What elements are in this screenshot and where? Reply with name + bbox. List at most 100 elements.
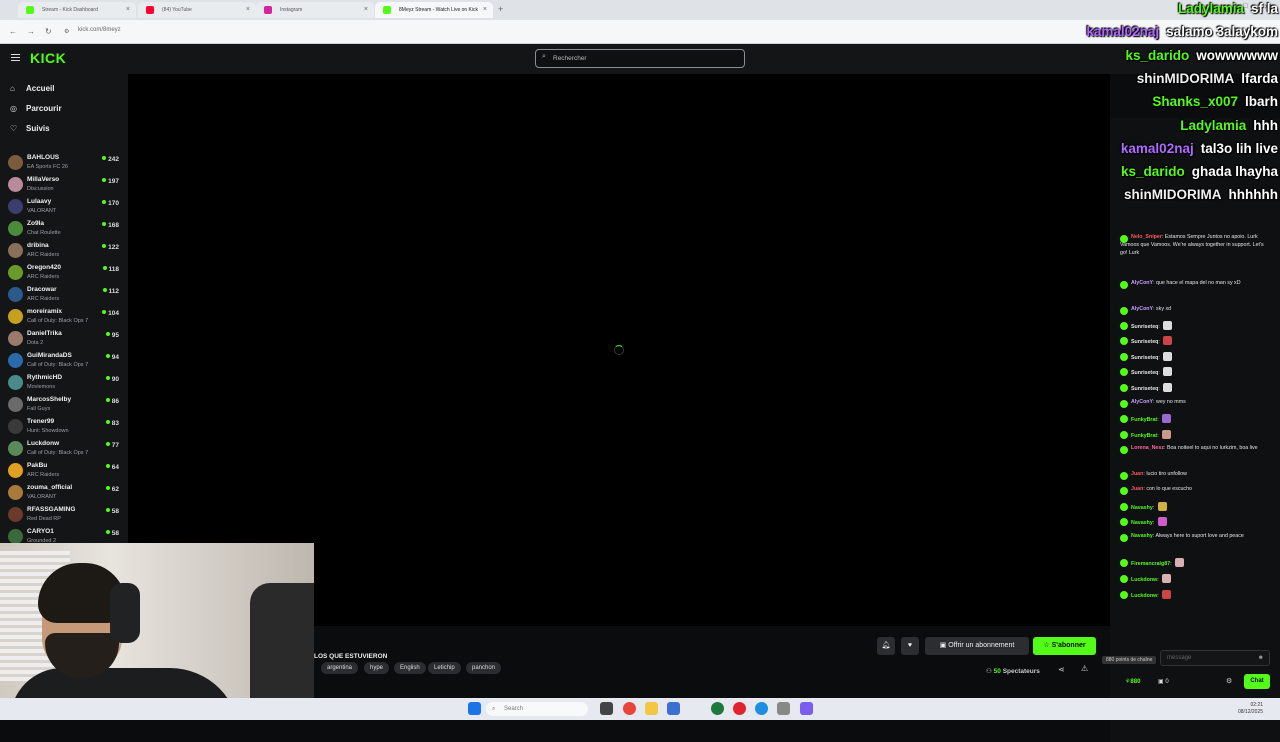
report-icon[interactable]: ⚠ <box>1081 664 1088 673</box>
chat-username[interactable]: AlyConY <box>1131 399 1153 405</box>
search-input[interactable]: ⌕ Rechercher <box>535 49 745 68</box>
emoji-icon[interactable]: ☻ <box>1258 651 1264 665</box>
avatar <box>8 397 23 412</box>
sidebar-channel[interactable]: Dracowar ARC Raiders 112 <box>8 284 123 306</box>
nav-home[interactable]: ⌂ Accueil <box>10 84 54 93</box>
nav-following[interactable]: ♡ Suivis <box>10 124 50 133</box>
chat-username[interactable]: Navashy <box>1131 505 1153 511</box>
clock-date: 08/12/2025 <box>1238 709 1264 715</box>
sidebar-channel[interactable]: BAHLOUS EA Sports FC 26 242 <box>8 152 123 174</box>
channel-points[interactable]: ⚘880 <box>1125 678 1140 685</box>
tag[interactable]: hype <box>364 662 390 674</box>
task-view-icon[interactable] <box>600 702 613 715</box>
chat-username[interactable]: Sunriseteq <box>1131 339 1158 345</box>
channel-name: dribina <box>27 242 49 249</box>
chat-username[interactable]: Sunriseteq <box>1131 370 1158 376</box>
close-tab-icon[interactable]: × <box>483 2 487 18</box>
tag[interactable]: Letichip <box>428 662 461 674</box>
emote-icon <box>1163 352 1173 361</box>
sidebar-channel[interactable]: PakBu ARC Raiders 64 <box>8 460 123 482</box>
avatar <box>8 529 23 544</box>
chat-username[interactable]: Navashy <box>1131 533 1153 539</box>
opera-icon[interactable] <box>733 702 746 715</box>
sidebar-channel[interactable]: moreiramix Call of Duty: Black Ops 7 104 <box>8 306 123 328</box>
follow-button[interactable]: ♥ <box>901 637 919 655</box>
new-tab-icon[interactable]: + <box>498 4 503 14</box>
browser-tab-0[interactable]: Stream - Kick Dashboard × <box>18 2 136 18</box>
sidebar-channel[interactable]: Lulaavy VALORANT 170 <box>8 196 123 218</box>
sidebar-channel[interactable]: RFASSGAMING Red Dead RP 58 <box>8 504 123 526</box>
chat-username[interactable]: Juan <box>1131 486 1143 492</box>
chat-username[interactable]: Nelo_Sniper <box>1131 234 1162 240</box>
forward-icon[interactable]: → <box>27 27 35 36</box>
chat-username[interactable]: Lorena_Nesz <box>1131 445 1164 451</box>
chat-username[interactable]: FunkyBrat <box>1131 433 1157 439</box>
browser-tab-3[interactable]: 8Meyz Stream - Watch Live on Kick × <box>375 2 493 18</box>
channel-viewers: 64 <box>106 464 119 471</box>
settings-gear-icon[interactable]: ⚙ <box>1226 677 1232 685</box>
sidebar-channel[interactable]: DanielTrika Dota 2 95 <box>8 328 123 350</box>
close-tab-icon[interactable]: × <box>246 2 250 18</box>
reload-icon[interactable]: ↻ <box>45 27 52 36</box>
settings-icon[interactable] <box>777 702 790 715</box>
chat-username[interactable]: AlyConY <box>1131 306 1153 312</box>
sidebar-channel[interactable]: Trener99 Hunt: Showdown 83 <box>8 416 123 438</box>
sidebar-channel[interactable]: Zo9la Chat Roulette 168 <box>8 218 123 240</box>
tag[interactable]: English <box>394 662 426 674</box>
chat-username[interactable]: Juan <box>1131 471 1143 477</box>
overlay-username: Ladylamia <box>1177 1 1244 16</box>
gift-sub-button[interactable]: ▣ Offrir un abonnement <box>925 637 1029 655</box>
browser-tab-1[interactable]: (84) YouTube × <box>138 2 256 18</box>
taskbar-clock[interactable]: 02:21 08/12/2025 <box>1238 702 1263 716</box>
app-icon[interactable] <box>711 702 724 715</box>
sidebar-channel[interactable]: GuiMirandaDS Call of Duty: Black Ops 7 94 <box>8 350 123 372</box>
chat-username[interactable]: Sunriseteq <box>1131 355 1158 361</box>
overlay-username: ks_darido <box>1125 47 1190 63</box>
start-menu-icon[interactable] <box>468 702 481 715</box>
share-icon[interactable]: ⋖ <box>1058 665 1065 674</box>
browser-tab-2[interactable]: Instagram × <box>256 2 374 18</box>
chat-username[interactable]: Navashy <box>1131 520 1153 526</box>
sidebar-channel[interactable]: Luckdonw Call of Duty: Black Ops 7 77 <box>8 438 123 460</box>
close-tab-icon[interactable]: × <box>364 2 368 18</box>
edge-icon[interactable] <box>755 702 768 715</box>
sidebar-channel[interactable]: RythmicHD Moviemons 90 <box>8 372 123 394</box>
site-info-icon[interactable]: ⚙ <box>64 28 69 35</box>
url-field[interactable]: kick.com/8meyz <box>78 27 121 33</box>
chat-username[interactable]: Luckdonw <box>1131 593 1157 599</box>
chat-username[interactable]: AlyConY <box>1131 280 1153 286</box>
chat-username[interactable]: Firemancraig87 <box>1131 561 1170 567</box>
overlay-message: hhhhhh <box>1228 187 1278 203</box>
instagram-favicon-icon <box>264 6 272 14</box>
sidebar-channel[interactable]: zouma_official VALORANT 62 <box>8 482 123 504</box>
badge-icon <box>1120 559 1128 567</box>
sidebar-channel[interactable]: MarcosShelby Fall Guys 86 <box>8 394 123 416</box>
gift-counter[interactable]: ▣ 0 <box>1158 678 1169 685</box>
chat-username[interactable]: Sunriseteq <box>1131 324 1158 330</box>
notification-bell-button[interactable]: 🔔︎ <box>877 637 895 655</box>
sidebar-channel[interactable]: Oregon420 ARC Raiders 118 <box>8 262 123 284</box>
chat-send-button[interactable]: Chat <box>1244 674 1270 689</box>
avatar <box>8 419 23 434</box>
close-tab-icon[interactable]: × <box>126 2 130 18</box>
subscribe-button[interactable]: ☆ S'abonner <box>1033 637 1096 655</box>
taskbar-search[interactable]: ⌕ Search <box>486 702 588 716</box>
back-icon[interactable]: ← <box>9 27 17 36</box>
chat-input[interactable]: message ☻ <box>1160 650 1270 666</box>
discord-icon[interactable] <box>800 702 813 715</box>
chat-username[interactable]: Sunriseteq <box>1131 386 1158 392</box>
store-icon[interactable] <box>667 702 680 715</box>
nav-browse[interactable]: ◎ Parcourir <box>10 104 62 113</box>
chat-username[interactable]: FunkyBrat <box>1131 417 1157 423</box>
sidebar-channel[interactable]: MillaVerso Discussion 197 <box>8 174 123 196</box>
avatar <box>8 155 23 170</box>
file-explorer-icon[interactable] <box>645 702 658 715</box>
menu-icon[interactable] <box>11 54 20 61</box>
chat-username[interactable]: Luckdonw <box>1131 577 1157 583</box>
tag[interactable]: panchon <box>466 662 502 674</box>
sidebar-channel[interactable]: dribina ARC Raiders 122 <box>8 240 123 262</box>
chrome-icon[interactable] <box>623 702 636 715</box>
kick-logo[interactable]: KICK <box>30 50 66 66</box>
tab-label: 8Meyz Stream - Watch Live on Kick <box>399 7 479 13</box>
tag[interactable]: argentina <box>321 662 359 674</box>
